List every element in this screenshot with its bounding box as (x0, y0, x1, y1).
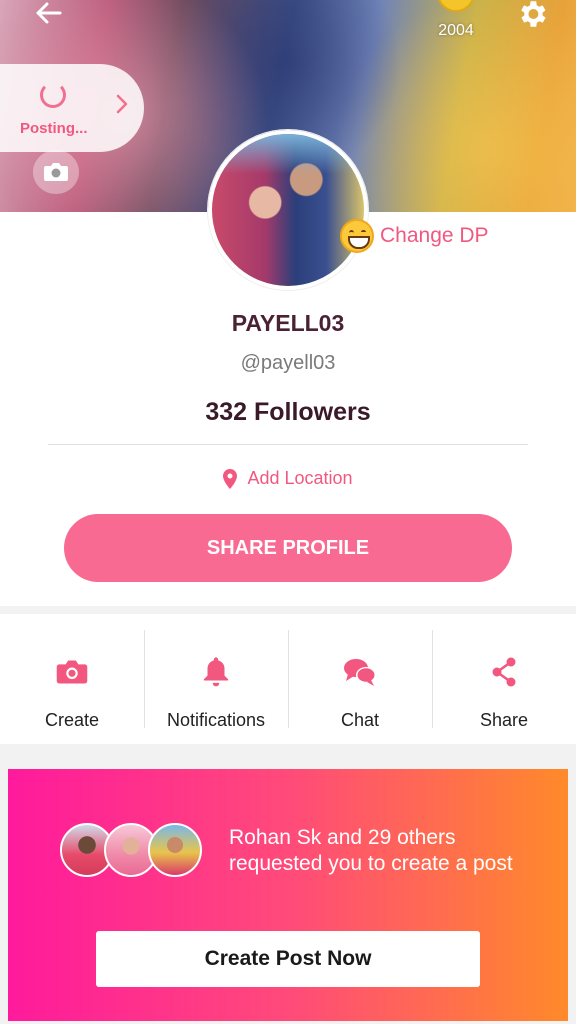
profile-avatar[interactable] (208, 130, 368, 290)
bell-icon (203, 657, 229, 687)
notifications-label: Notifications (166, 710, 266, 730)
post-request-text: Rohan Sk and 29 others requested you to … (229, 826, 513, 875)
chat-label: Chat (340, 710, 380, 730)
divider (48, 444, 528, 445)
notifications-action[interactable]: Notifications (144, 614, 288, 744)
coin-count: 2004 (438, 22, 474, 39)
change-dp-label: Change DP (380, 224, 489, 247)
share-label: Share (479, 710, 529, 730)
coin-icon (437, 0, 475, 12)
gear-icon (521, 1, 546, 27)
posting-label: Posting... (20, 120, 88, 137)
requester-avatars (60, 823, 210, 879)
share-icon (492, 657, 516, 687)
location-pin-icon (223, 468, 238, 489)
grinning-emoji-icon (340, 219, 374, 253)
action-bar: Create Notifications Chat Share (0, 614, 576, 744)
avatar (148, 823, 202, 877)
coins-counter[interactable]: 2004 (432, 0, 480, 40)
profile-name: PAYELL03 (231, 310, 345, 336)
profile-handle: @payell03 (240, 352, 336, 374)
camera-icon (44, 163, 68, 181)
create-label: Create (44, 710, 100, 730)
add-location-label: Add Location (247, 468, 353, 488)
back-arrow-icon (36, 2, 62, 24)
create-post-now-button[interactable]: Create Post Now (96, 931, 480, 987)
share-profile-button[interactable]: SHARE PROFILE (64, 514, 512, 582)
back-button[interactable] (28, 0, 68, 30)
profile-screen: 2004 Posting... PAYELL03 @payell03 332 F… (0, 0, 576, 1024)
chat-bubbles-icon (344, 659, 376, 686)
camera-icon (56, 660, 88, 684)
posting-status[interactable]: Posting... (0, 64, 144, 152)
change-dp-button[interactable]: Change DP (340, 214, 489, 258)
followers-count[interactable]: 332 Followers (0, 398, 576, 427)
post-request-banner: Rohan Sk and 29 others requested you to … (8, 769, 568, 1021)
settings-button[interactable] (512, 0, 552, 34)
add-location-link[interactable]: Add Location (0, 468, 576, 489)
loading-spinner-icon (40, 82, 66, 108)
change-cover-button[interactable] (33, 150, 79, 194)
chat-action[interactable]: Chat (288, 614, 432, 744)
share-action[interactable]: Share (432, 614, 576, 744)
create-action[interactable]: Create (0, 614, 144, 744)
chevron-right-icon (116, 94, 128, 114)
